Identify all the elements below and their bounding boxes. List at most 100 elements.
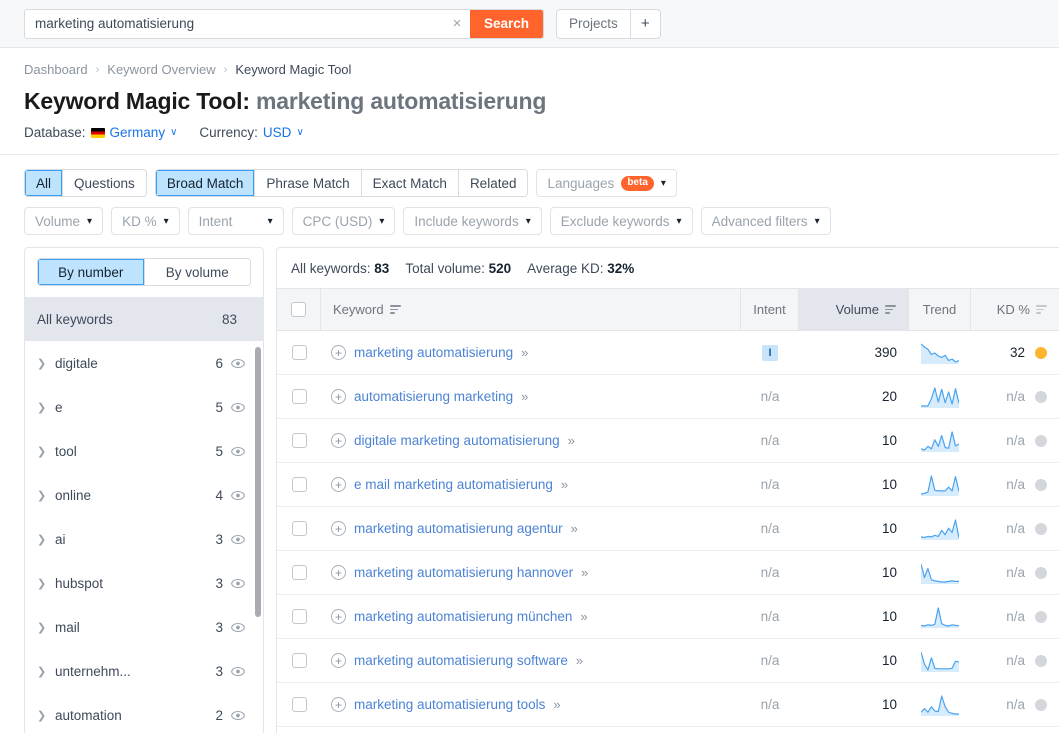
row-checkbox[interactable] xyxy=(292,433,307,448)
filter-intent[interactable]: Intent ▾ xyxy=(188,207,284,235)
column-header-volume[interactable]: Volume xyxy=(799,289,909,330)
eye-icon[interactable] xyxy=(231,708,245,722)
keyword-link[interactable]: marketing automatisierung tools xyxy=(354,697,545,712)
clear-icon[interactable]: × xyxy=(444,10,470,38)
add-keyword-icon[interactable]: + xyxy=(331,477,346,492)
sidebar-group-row[interactable]: ❯unternehm...3 xyxy=(25,649,263,693)
currency-selector[interactable]: Currency: USD ∨ xyxy=(199,125,303,140)
column-header-trend[interactable]: Trend xyxy=(909,289,971,330)
sort-icon[interactable] xyxy=(1036,305,1047,314)
column-header-intent[interactable]: Intent xyxy=(741,289,799,330)
sidebar-group-row[interactable]: ❯digitale6 xyxy=(25,341,263,385)
tab-all[interactable]: All xyxy=(25,170,63,196)
column-header-kd[interactable]: KD % xyxy=(971,289,1059,330)
sidebar-group-row[interactable]: ❯ai3 xyxy=(25,517,263,561)
chevron-right-icon[interactable]: ❯ xyxy=(37,401,55,414)
sidebar-group-row[interactable]: ❯hubspot3 xyxy=(25,561,263,605)
chevron-right-icon[interactable]: ❯ xyxy=(37,357,55,370)
row-checkbox[interactable] xyxy=(292,697,307,712)
add-keyword-icon[interactable]: + xyxy=(331,565,346,580)
row-checkbox[interactable] xyxy=(292,565,307,580)
add-keyword-icon[interactable]: + xyxy=(331,697,346,712)
row-checkbox[interactable] xyxy=(292,609,307,624)
add-keyword-icon[interactable]: + xyxy=(331,433,346,448)
chevron-right-icon[interactable]: ❯ xyxy=(37,533,55,546)
search-input[interactable] xyxy=(25,10,444,38)
expand-keyword-icon[interactable]: » xyxy=(521,389,526,404)
eye-icon[interactable] xyxy=(231,532,245,546)
keyword-link[interactable]: e mail marketing automatisierung xyxy=(354,477,553,492)
projects-button[interactable]: Projects xyxy=(557,10,630,38)
sidebar-group-row[interactable]: ❯mail3 xyxy=(25,605,263,649)
intent-badge[interactable]: I xyxy=(762,345,778,361)
column-header-keyword[interactable]: Keyword xyxy=(321,289,741,330)
eye-icon[interactable] xyxy=(231,400,245,414)
tab-exact-match[interactable]: Exact Match xyxy=(362,170,459,196)
expand-keyword-icon[interactable]: » xyxy=(568,433,573,448)
sidebar-sort-by-number[interactable]: By number xyxy=(38,259,145,285)
eye-icon[interactable] xyxy=(231,356,245,370)
eye-icon[interactable] xyxy=(231,488,245,502)
keyword-link[interactable]: marketing automatisierung software xyxy=(354,653,568,668)
expand-keyword-icon[interactable]: » xyxy=(580,609,585,624)
chevron-right-icon[interactable]: ❯ xyxy=(37,577,55,590)
add-keyword-icon[interactable]: + xyxy=(331,653,346,668)
expand-keyword-icon[interactable]: » xyxy=(561,477,566,492)
eye-icon[interactable] xyxy=(231,576,245,590)
keyword-link[interactable]: marketing automatisierung münchen xyxy=(354,609,572,624)
keyword-link[interactable]: automatisierung marketing xyxy=(354,389,513,404)
expand-keyword-icon[interactable]: » xyxy=(576,653,581,668)
filter-advanced[interactable]: Advanced filters ▾ xyxy=(701,207,831,235)
eye-icon[interactable] xyxy=(231,444,245,458)
sort-icon[interactable] xyxy=(885,305,896,314)
languages-filter[interactable]: Languages beta ▾ xyxy=(536,169,676,197)
chevron-right-icon[interactable]: ❯ xyxy=(37,489,55,502)
eye-icon[interactable] xyxy=(231,664,245,678)
row-checkbox[interactable] xyxy=(292,521,307,536)
row-checkbox[interactable] xyxy=(292,653,307,668)
expand-keyword-icon[interactable]: » xyxy=(581,565,586,580)
expand-keyword-icon[interactable]: » xyxy=(553,697,558,712)
tab-questions[interactable]: Questions xyxy=(63,170,146,196)
eye-icon[interactable] xyxy=(231,620,245,634)
sidebar-group-row[interactable]: ❯tool5 xyxy=(25,429,263,473)
chevron-right-icon[interactable]: ❯ xyxy=(37,665,55,678)
sidebar-group-row[interactable]: ❯e5 xyxy=(25,385,263,429)
expand-keyword-icon[interactable]: » xyxy=(521,345,526,360)
expand-keyword-icon[interactable]: » xyxy=(571,521,576,536)
add-project-icon[interactable]: + xyxy=(630,10,660,38)
row-checkbox[interactable] xyxy=(292,389,307,404)
add-keyword-icon[interactable]: + xyxy=(331,389,346,404)
tab-broad-match[interactable]: Broad Match xyxy=(156,170,256,196)
search-button[interactable]: Search xyxy=(470,10,543,38)
sidebar-group-row[interactable]: ❯automation2 xyxy=(25,693,263,733)
filter-kd[interactable]: KD % ▾ xyxy=(111,207,180,235)
breadcrumb-item-keyword-overview[interactable]: Keyword Overview xyxy=(107,62,215,77)
row-checkbox[interactable] xyxy=(292,345,307,360)
database-value[interactable]: Germany xyxy=(110,125,166,140)
keyword-link[interactable]: marketing automatisierung xyxy=(354,345,513,360)
sort-icon[interactable] xyxy=(390,305,401,314)
chevron-right-icon[interactable]: ❯ xyxy=(37,445,55,458)
currency-value[interactable]: USD xyxy=(263,125,292,140)
chevron-right-icon[interactable]: ❯ xyxy=(37,709,55,722)
add-keyword-icon[interactable]: + xyxy=(331,345,346,360)
tab-related[interactable]: Related xyxy=(459,170,528,196)
filter-volume[interactable]: Volume ▾ xyxy=(24,207,103,235)
sidebar-item-all-keywords[interactable]: All keywords 83 xyxy=(25,297,263,341)
tab-phrase-match[interactable]: Phrase Match xyxy=(255,170,361,196)
database-selector[interactable]: Database: Germany ∨ xyxy=(24,125,177,140)
add-keyword-icon[interactable]: + xyxy=(331,521,346,536)
sidebar-scrollbar[interactable] xyxy=(255,347,261,617)
sidebar-group-row[interactable]: ❯online4 xyxy=(25,473,263,517)
keyword-link[interactable]: marketing automatisierung hannover xyxy=(354,565,573,580)
chevron-right-icon[interactable]: ❯ xyxy=(37,621,55,634)
keyword-link[interactable]: digitale marketing automatisierung xyxy=(354,433,560,448)
filter-cpc[interactable]: CPC (USD) ▾ xyxy=(292,207,396,235)
filter-include-keywords[interactable]: Include keywords ▾ xyxy=(403,207,541,235)
select-all-checkbox[interactable] xyxy=(291,302,306,317)
keyword-link[interactable]: marketing automatisierung agentur xyxy=(354,521,563,536)
row-checkbox[interactable] xyxy=(292,477,307,492)
sidebar-sort-by-volume[interactable]: By volume xyxy=(145,259,251,285)
add-keyword-icon[interactable]: + xyxy=(331,609,346,624)
